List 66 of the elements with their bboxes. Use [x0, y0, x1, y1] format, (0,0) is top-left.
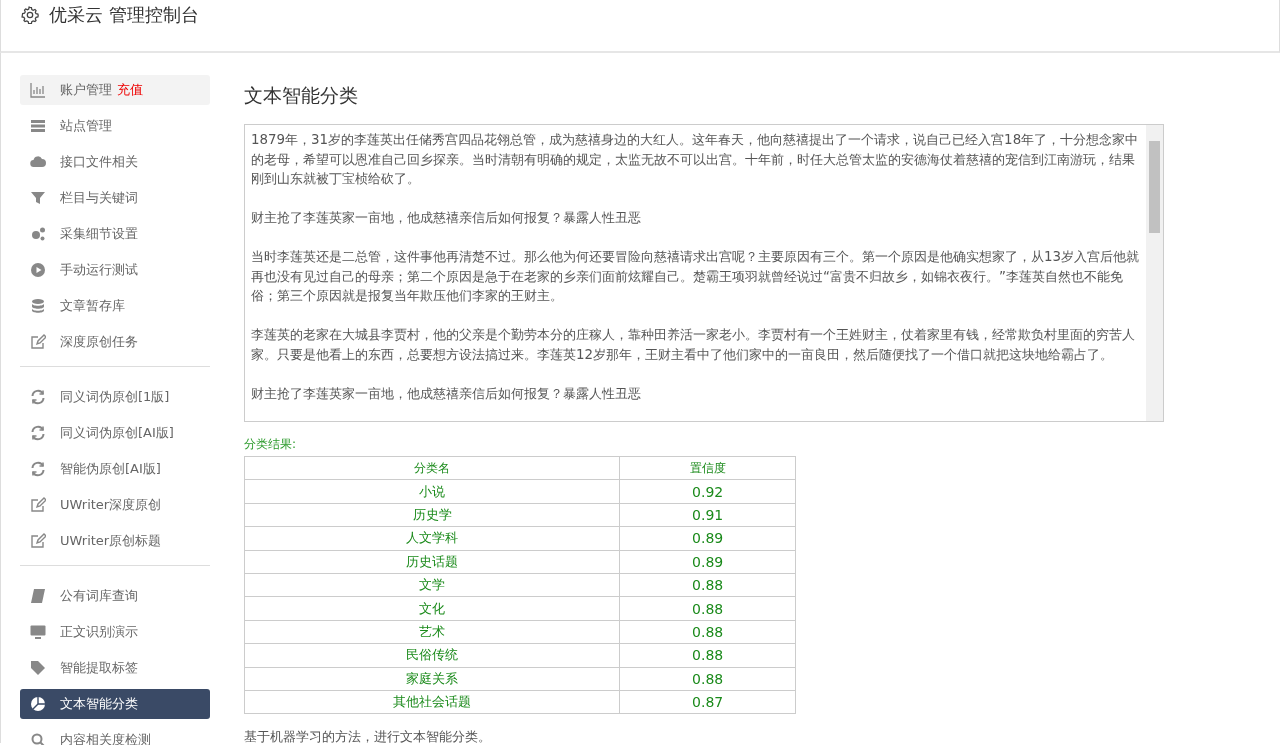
table-cell: 历史学 [244, 503, 620, 527]
table-cell: 艺术 [244, 620, 620, 644]
gears-icon [30, 226, 46, 242]
settings-icon [21, 6, 39, 24]
sidebar-item[interactable]: 内容相关度检测 [20, 725, 210, 745]
monitor-icon [30, 624, 46, 640]
sidebar-item[interactable]: 智能提取标签 [20, 653, 210, 683]
table-cell: 0.88 [619, 667, 796, 691]
column-header: 分类名 [244, 456, 620, 480]
edit-icon [30, 533, 46, 549]
sidebar-item[interactable]: UWriter深度原创 [20, 490, 210, 520]
result-label: 分类结果: [244, 436, 298, 453]
sidebar-item[interactable]: 正文识别演示 [20, 617, 210, 647]
table-cell: 人文学科 [244, 526, 620, 551]
sidebar-item[interactable]: 站点管理 [20, 111, 210, 141]
table-cell: 0.87 [619, 690, 796, 714]
search-icon [30, 732, 46, 745]
sidebar-item[interactable]: 手动运行测试 [20, 255, 210, 285]
table-cell: 文学 [244, 573, 620, 597]
table-cell: 文化 [244, 596, 620, 621]
table-cell: 家庭关系 [244, 667, 620, 691]
sidebar-item[interactable]: 文本智能分类 [20, 689, 210, 719]
book-icon [30, 588, 46, 604]
sidebar-item[interactable]: 公有词库查询 [20, 581, 210, 611]
description-text: 基于机器学习的方法，进行文本智能分类。 [244, 728, 492, 745]
sidebar-item[interactable]: 栏目与关键词 [20, 183, 210, 213]
refresh-icon [30, 461, 46, 477]
table-cell: 0.89 [619, 526, 796, 551]
text-input[interactable]: 1879年，31岁的李莲英出任储秀宫四品花翎总管，成为慈禧身边的大红人。这年春天，他向慈禧提出了一个请求，说自己已经入宫18年了，十分想念家中的老母，希望可以恩准自己回乡探亲。当时清朝有明确的规定，太监无故不可以出宫。十年前，时任大总管太监的安德海仗着慈禧的宠信到江南游玩，结果刚到山东就被丁宝桢给砍了。 财主抢了李莲英家一亩地，他成慈禧亲信后如何报复？暴露人性丑恶 当时李莲英还是二总管，这件事他再清楚不过。那么他为何还要冒险向慈禧请求出宫呢？主要原因有三个。第一个原因是他确实想家了，从13岁入宫后他就再也没有见过自己的母亲；第二个原因是急于在老家的乡亲们面前炫耀自己。楚霸王项羽就曾经说过“富贵不归故乡，如锦衣夜行。”李莲英自然也不能免俗；第三个原因就是报复当年欺压他们李家的王财主。 李莲英的老家在大城县李贾村，他的父亲是个勤劳本分的庄稼人，靠种田养活一家老小。李贾村有一个王姓财主，仗着家里有钱，经常欺负村里面的穷苦人家。只要是他看上的东西，总要想方设法搞过来。李莲英12岁那年，王财主看中了他们家中的一亩良田，然后随便找了一个借口就把这块地给霸占了。 财主抢了李莲英家一亩地，他成慈禧亲信后如何报复？暴露人性丑恶 [244, 124, 1164, 422]
refresh-icon [30, 389, 46, 405]
server-icon [30, 118, 46, 134]
table-cell: 0.88 [619, 643, 796, 667]
play-icon [30, 262, 46, 278]
table-cell: 民俗传统 [244, 643, 620, 667]
table-cell: 0.88 [619, 620, 796, 644]
table-cell: 其他社会话题 [244, 690, 620, 714]
sidebar-item[interactable]: 文章暂存库 [20, 291, 210, 321]
database-icon [30, 298, 46, 314]
table-cell: 0.89 [619, 550, 796, 574]
refresh-icon [30, 425, 46, 441]
table-cell: 0.92 [619, 479, 796, 504]
edit-icon [30, 334, 46, 350]
sidebar-item[interactable]: 采集细节设置 [20, 219, 210, 249]
table-cell: 小说 [244, 479, 620, 504]
table-cell: 历史话题 [244, 550, 620, 574]
table-cell: 0.88 [619, 573, 796, 597]
filter-icon [30, 190, 46, 206]
cloud-icon [30, 154, 46, 170]
sidebar-item[interactable]: 深度原创任务 [20, 327, 210, 357]
sidebar-item[interactable]: 智能伪原创[AI版] [20, 454, 210, 484]
scrollbar[interactable] [1146, 125, 1163, 421]
tag-icon [30, 660, 46, 676]
sidebar-item[interactable]: UWriter原创标题 [20, 526, 210, 556]
table-cell: 0.91 [619, 503, 796, 527]
sidebar-item[interactable]: 同义词伪原创[1版] [20, 382, 210, 412]
table-cell: 0.88 [619, 596, 796, 621]
column-header: 置信度 [619, 456, 796, 480]
bar-chart-icon [30, 82, 46, 98]
page-title: 文本智能分类 [244, 83, 359, 108]
console-title: 优采云 管理控制台 [49, 3, 199, 27]
recharge-link[interactable]: 充值 [117, 81, 143, 99]
sidebar-item[interactable]: 账户管理 充值 [20, 75, 210, 105]
sidebar-item[interactable]: 同义词伪原创[AI版] [20, 418, 210, 448]
pie-chart-icon [30, 696, 46, 712]
sidebar-item[interactable]: 接口文件相关 [20, 147, 210, 177]
edit-icon [30, 497, 46, 513]
